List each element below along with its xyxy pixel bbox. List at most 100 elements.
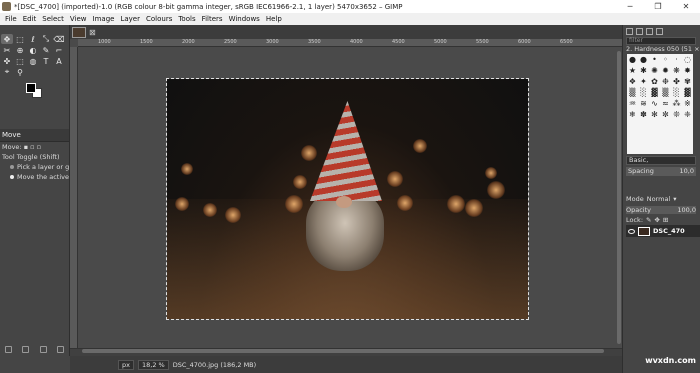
brush-grid[interactable]: ● ● • ◦ · ◌ ★ ✱ ✺ ✹ ❋ ✸ ❖ ✦ ✿ ❉ ✤ ✾ ▒ ░ … [627, 54, 693, 154]
eraser-tool-icon[interactable]: ⌫ [53, 34, 65, 44]
pick-layer-option[interactable]: Pick a layer or guide [0, 162, 69, 172]
brush-item[interactable]: ★ [627, 65, 638, 76]
horizontal-scrollbar[interactable] [78, 348, 608, 354]
chevron-down-icon[interactable]: ▾ [673, 195, 676, 203]
menu-colours[interactable]: Colours [143, 15, 175, 23]
menu-help[interactable]: Help [263, 15, 285, 23]
lock-alpha-icon[interactable]: ⊞ [663, 216, 668, 224]
brush-item[interactable]: ⁂ [671, 98, 682, 109]
brush-item[interactable]: ◌ [682, 54, 693, 65]
menu-tools[interactable]: Tools [175, 15, 198, 23]
menu-edit[interactable]: Edit [20, 15, 40, 23]
warp-tool-icon[interactable]: ⊕ [14, 45, 26, 55]
brush-item[interactable]: ▓ [649, 87, 660, 98]
horizontal-ruler[interactable]: 1000 1500 2000 2500 3000 3500 4000 4500 … [78, 39, 622, 47]
brush-item[interactable]: ✹ [660, 65, 671, 76]
reset-options-button[interactable] [56, 345, 64, 353]
fg-bg-colors[interactable] [26, 83, 46, 101]
brush-item[interactable]: ░ [638, 87, 649, 98]
brush-item[interactable]: ✸ [682, 65, 693, 76]
radio-icon[interactable] [10, 165, 14, 169]
brush-item[interactable]: ♒ [627, 98, 638, 109]
path-tool-icon[interactable]: ⌐ [53, 45, 65, 55]
mode-row[interactable]: Mode Normal ▾ [626, 195, 698, 203]
brush-item[interactable]: ❖ [627, 76, 638, 87]
unit-select[interactable]: px [118, 359, 134, 370]
bucket-fill-tool-icon[interactable]: ◐ [27, 45, 39, 55]
clone-tool-icon[interactable]: ⬚ [14, 56, 26, 66]
vertical-ruler[interactable] [70, 47, 78, 348]
restore-options-button[interactable] [22, 345, 30, 353]
brush-item[interactable]: ❉ [660, 76, 671, 87]
brush-item[interactable]: ❊ [671, 109, 682, 120]
fonts-tab[interactable] [646, 27, 653, 35]
brush-item[interactable]: ● [638, 54, 649, 65]
brush-item[interactable]: ❈ [682, 109, 693, 120]
lock-position-icon[interactable]: ✥ [654, 216, 659, 224]
brush-item[interactable]: ✤ [671, 76, 682, 87]
menu-layer[interactable]: Layer [117, 15, 143, 23]
brush-item[interactable]: ░ [671, 87, 682, 98]
brushes-tab[interactable] [626, 27, 633, 35]
menu-image[interactable]: Image [90, 15, 118, 23]
close-button[interactable]: ✕ [672, 0, 700, 13]
opacity-slider[interactable]: Opacity 100,0 [626, 206, 696, 214]
brush-item[interactable]: ◦ [660, 54, 671, 65]
lock-pixels-icon[interactable]: ✎ [646, 216, 651, 224]
brush-item[interactable]: ▓ [682, 87, 693, 98]
brush-item[interactable]: • [649, 54, 660, 65]
brush-item[interactable]: ✺ [649, 65, 660, 76]
maximize-button[interactable]: ❐ [644, 0, 672, 13]
minimize-button[interactable]: ─ [616, 0, 644, 13]
layer-item[interactable]: DSC_470 [626, 225, 700, 237]
menu-select[interactable]: Select [39, 15, 67, 23]
menu-file[interactable]: File [2, 15, 20, 23]
brush-item[interactable]: ≋ [638, 98, 649, 109]
brush-item[interactable]: ❋ [671, 65, 682, 76]
zoom-select[interactable]: 18,2 % [137, 359, 169, 370]
brush-item[interactable]: ※ [682, 98, 693, 109]
brush-item[interactable]: ▒ [660, 87, 671, 98]
lasso-tool-icon[interactable]: ℓ [27, 34, 39, 44]
vertical-scroll-thumb[interactable] [617, 51, 621, 344]
brush-item[interactable]: · [671, 54, 682, 65]
gradients-tab[interactable] [656, 27, 663, 35]
menu-filters[interactable]: Filters [199, 15, 226, 23]
foreground-color[interactable] [26, 83, 36, 93]
color-picker-tool-icon[interactable]: ⌖ [1, 67, 13, 77]
brush-filter-input[interactable]: filter [626, 37, 696, 45]
brush-item[interactable]: ✾ [682, 76, 693, 87]
paintbrush-tool-icon[interactable]: ✎ [40, 45, 52, 55]
brush-item[interactable]: ✦ [638, 76, 649, 87]
horizontal-scroll-thumb[interactable] [82, 349, 604, 353]
transform-tool-icon[interactable]: ⤡ [40, 34, 52, 44]
brush-item[interactable]: ✿ [649, 76, 660, 87]
heal-tool-icon[interactable]: ✜ [1, 56, 13, 66]
radio-selected-icon[interactable] [10, 175, 14, 179]
brush-item[interactable]: ∿ [649, 98, 660, 109]
crop-tool-icon[interactable]: ✂ [1, 45, 13, 55]
brush-item[interactable]: ● [627, 54, 638, 65]
brush-item[interactable]: ✽ [638, 109, 649, 120]
brush-item[interactable]: ≈ [660, 98, 671, 109]
brush-item[interactable]: ✼ [660, 109, 671, 120]
brush-item[interactable]: ▒ [627, 87, 638, 98]
move-active-option[interactable]: Move the active layer [0, 172, 69, 182]
menu-windows[interactable]: Windows [226, 15, 263, 23]
spacing-slider[interactable]: Spacing 10,0 [626, 167, 696, 176]
rect-select-tool-icon[interactable]: ⬚ [14, 34, 26, 44]
smudge-tool-icon[interactable]: ◍ [27, 56, 39, 66]
patterns-tab[interactable] [636, 27, 643, 35]
mode-select[interactable]: Normal [647, 195, 671, 203]
move-mode-row[interactable]: Move: ▪ ▫ ▫ [0, 142, 69, 152]
delete-options-button[interactable] [39, 345, 47, 353]
zoom-tool-icon[interactable]: ⚲ [14, 67, 26, 77]
brush-set-select[interactable]: Basic, [626, 156, 696, 165]
move-tool-icon[interactable]: ✥ [1, 34, 13, 44]
gnome-photo[interactable] [166, 78, 529, 320]
brush-item[interactable]: ❄ [627, 109, 638, 120]
brush-item[interactable]: ✻ [649, 109, 660, 120]
ruler-corner[interactable] [70, 39, 78, 47]
brush-item[interactable]: ✱ [638, 65, 649, 76]
image-tab-thumbnail[interactable] [72, 26, 86, 38]
